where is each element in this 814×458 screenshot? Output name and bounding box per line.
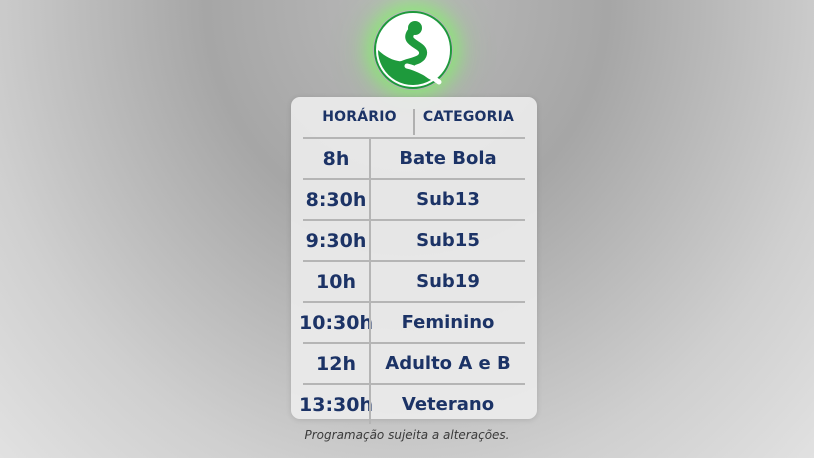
table-row: 9:30h Sub15 [303, 221, 525, 262]
time-cell: 10:30h [299, 311, 374, 334]
schedule-table-body: 8h Bate Bola 8:30h Sub13 9:30h Sub15 10h… [299, 139, 525, 424]
time-cell: 9:30h [305, 229, 367, 252]
table-row: 12h Adulto A e B [303, 344, 525, 385]
category-cell: Bate Bola [369, 139, 525, 178]
time-cell: 12h [316, 352, 356, 375]
table-row: 10:30h Feminino [299, 303, 525, 344]
header-categoria: CATEGORIA [422, 109, 515, 125]
club-logo-icon [373, 10, 453, 90]
footer-note: Programação sujeita a alterações. [304, 428, 510, 442]
category-cell: Feminino [369, 303, 525, 342]
time-cell: 8:30h [305, 188, 367, 211]
time-cell: 10h [316, 270, 356, 293]
category-cell: Veterano [369, 385, 525, 424]
time-cell: 8h [322, 147, 350, 170]
time-cell: 13:30h [299, 393, 374, 416]
table-row: 8:30h Sub13 [303, 180, 525, 221]
category-cell: Sub19 [369, 262, 525, 301]
category-cell: Adulto A e B [369, 344, 525, 383]
table-row: 10h Sub19 [303, 262, 525, 303]
header-horario: HORÁRIO [322, 109, 397, 125]
schedule-card: HORÁRIO CATEGORIA 8h Bate Bola 8:30h Sub… [291, 97, 537, 424]
category-cell: Sub13 [369, 180, 525, 219]
category-cell: Sub15 [369, 221, 525, 260]
table-row: 13:30h Veterano [299, 385, 525, 424]
table-row: 8h Bate Bola [303, 139, 525, 180]
